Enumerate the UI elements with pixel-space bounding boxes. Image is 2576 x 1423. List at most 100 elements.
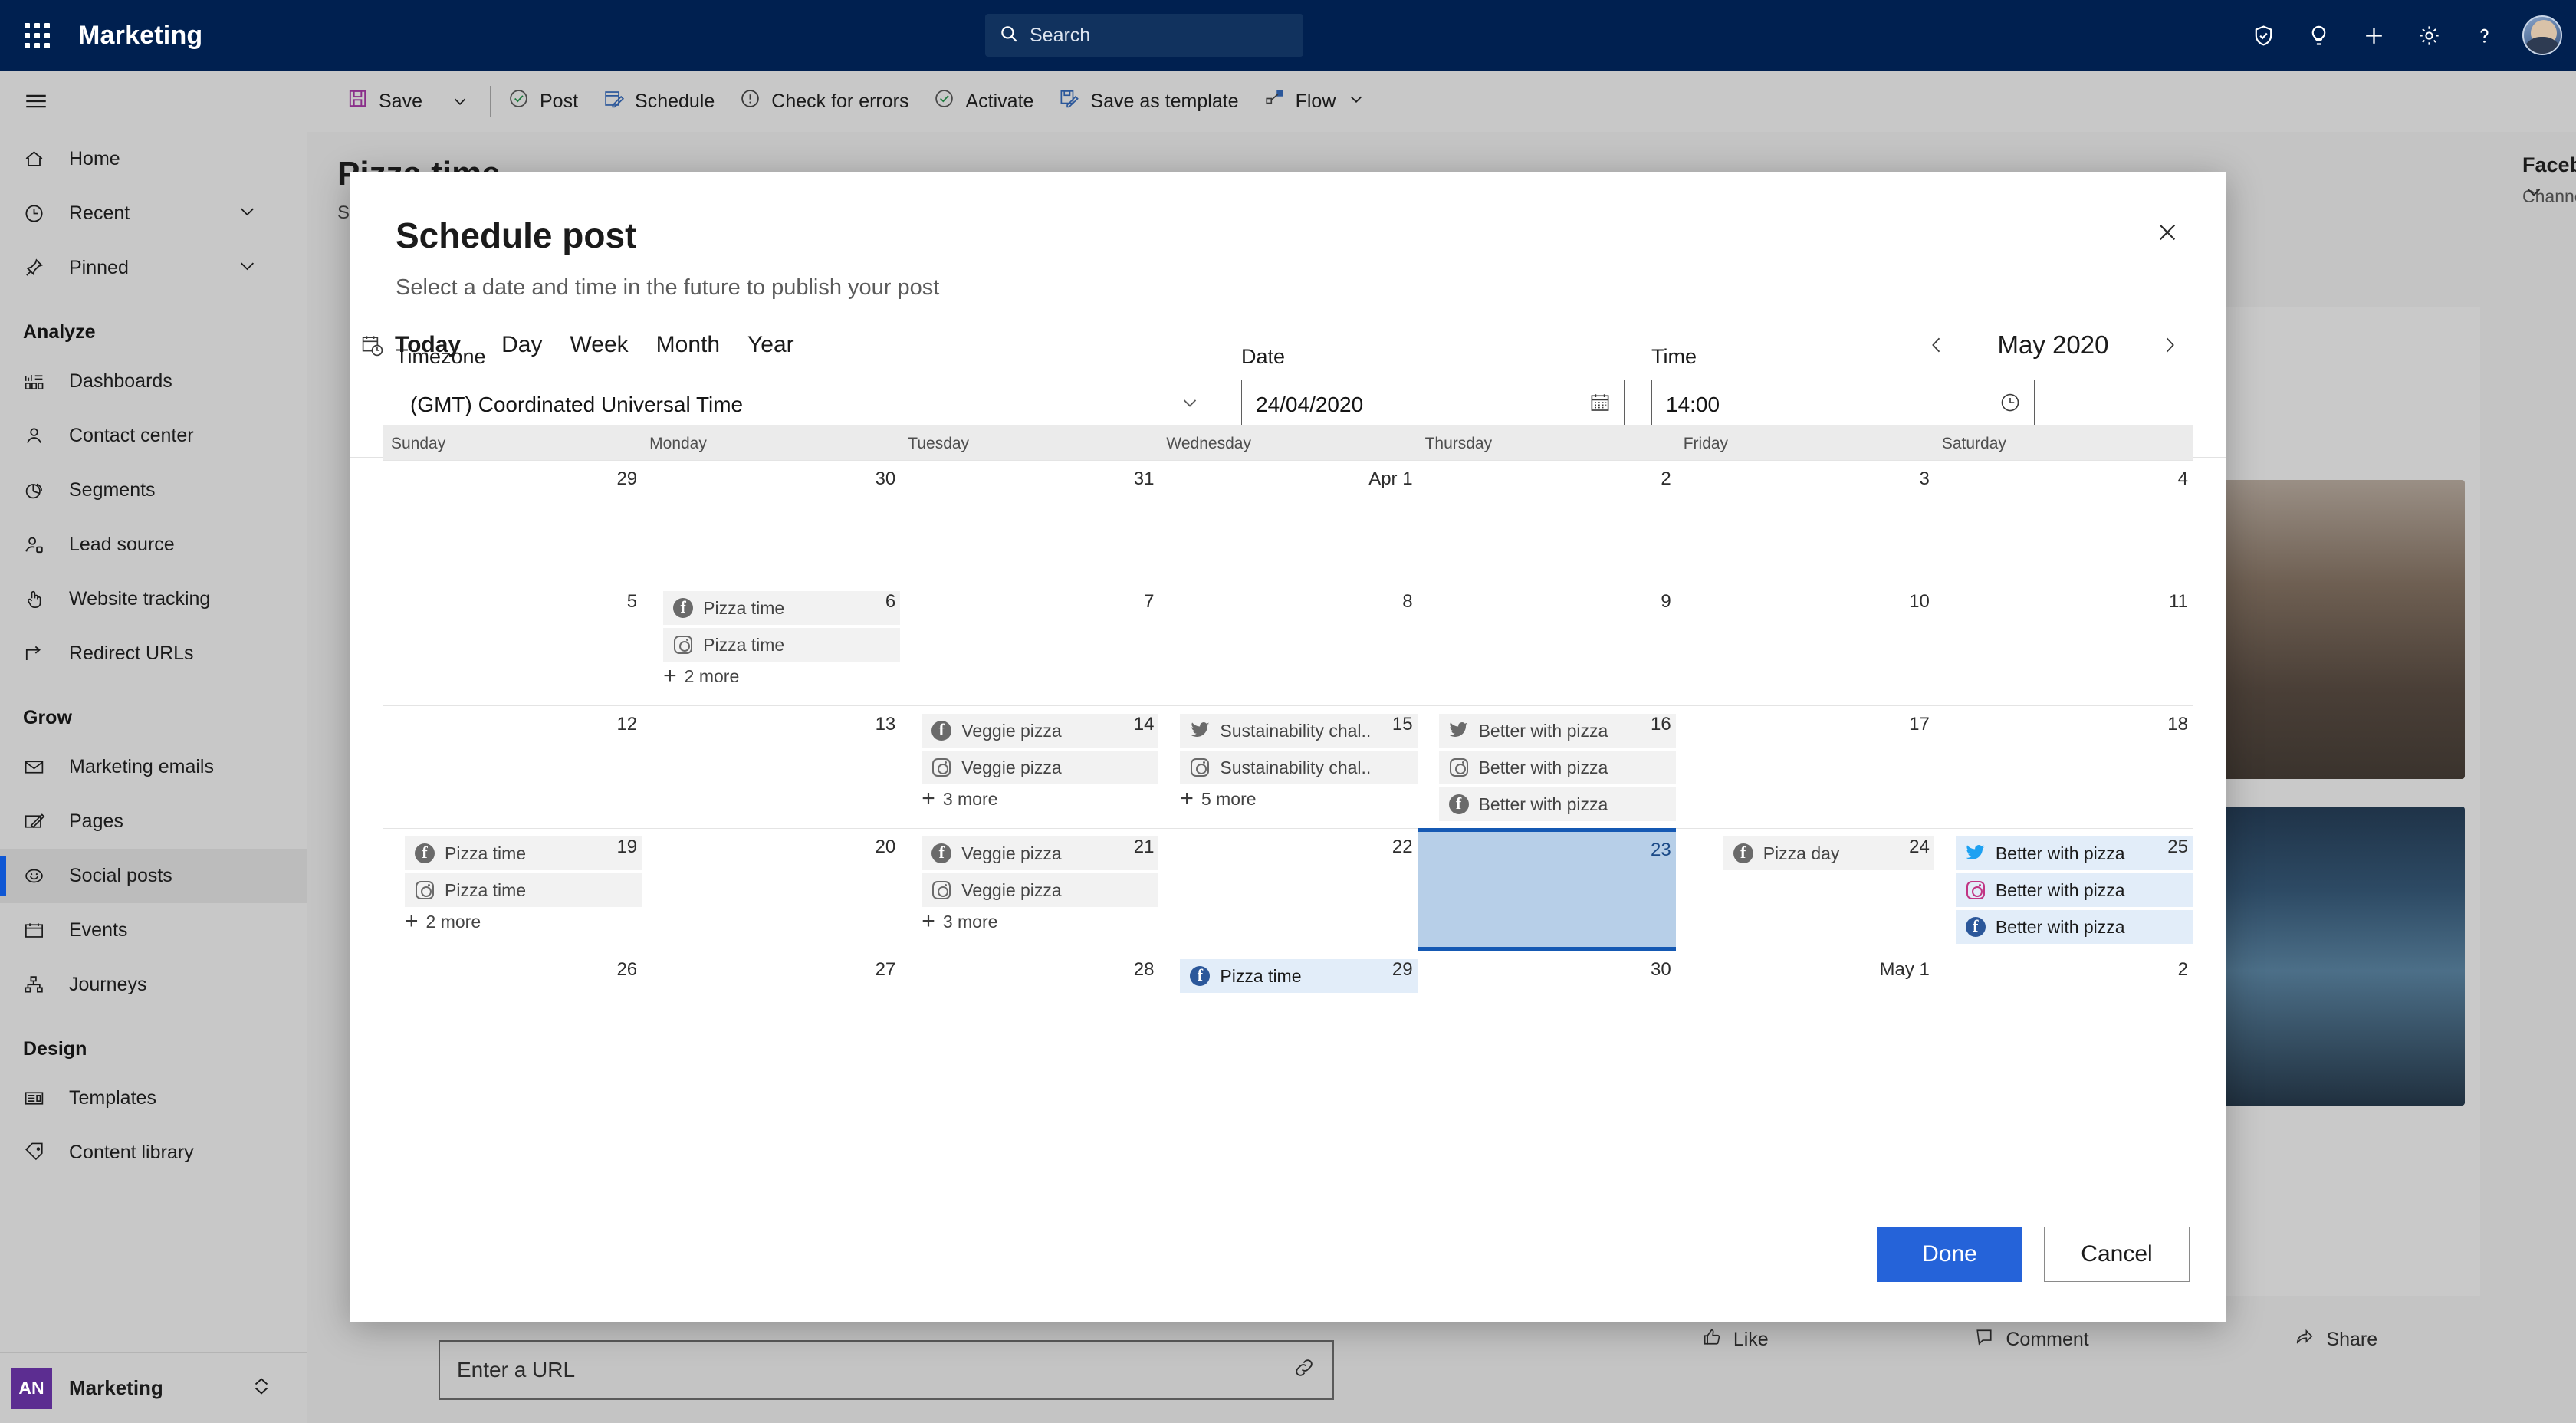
chevron-down-icon[interactable] xyxy=(1346,89,1366,114)
calendar-day-cell[interactable]: 10 xyxy=(1676,583,1934,705)
sidebar-item-pages[interactable]: Pages xyxy=(0,794,307,849)
calendar-event[interactable]: f Pizza time xyxy=(1180,959,1418,993)
calendar-day-cell[interactable]: 2 xyxy=(1418,461,1676,583)
help-icon[interactable] xyxy=(2456,0,2512,71)
calendar-day-cell[interactable]: 30 xyxy=(1418,951,1676,1004)
calendar-event[interactable]: Better with pizza xyxy=(1955,836,2193,870)
calendar-event[interactable]: f Veggie pizza xyxy=(922,836,1159,870)
sidebar-item-redirect-urls[interactable]: Redirect URLs xyxy=(0,626,307,681)
done-button[interactable]: Done xyxy=(1877,1227,2022,1282)
sidebar-item-lead-source[interactable]: Lead source xyxy=(0,518,307,572)
calendar-day-cell[interactable]: 20 xyxy=(642,829,900,951)
calendar-event[interactable]: Better with pizza xyxy=(1955,873,2193,907)
calendar-icon[interactable] xyxy=(1589,391,1612,419)
calendar-day-cell[interactable]: 22 xyxy=(1158,829,1417,951)
chevron-right-icon[interactable] xyxy=(2150,325,2190,365)
global-search[interactable] xyxy=(985,14,1303,57)
calendar-event[interactable]: Better with pizza xyxy=(1438,751,1676,784)
lightbulb-icon[interactable] xyxy=(2291,0,2346,71)
calendar-day-cell[interactable]: 17 xyxy=(1676,706,1934,828)
close-icon[interactable] xyxy=(2147,212,2188,253)
calendar-day-cell[interactable]: 26 xyxy=(383,951,642,1004)
sidebar-item-events[interactable]: Events xyxy=(0,903,307,958)
calendar-event[interactable]: Sustainability chal.. xyxy=(1180,751,1418,784)
url-input[interactable]: Enter a URL xyxy=(439,1340,1334,1400)
check-for-errors-button[interactable]: Check for errors xyxy=(727,71,921,132)
calendar-day-cell[interactable]: 16 Better with pizza Better with pizza f Bet… xyxy=(1418,706,1676,828)
calendar-event[interactable]: Sustainability chal.. xyxy=(1180,714,1418,748)
calendar-day-cell[interactable]: 15 Sustainability chal.. Sustainability ch… xyxy=(1158,706,1418,828)
save-button[interactable]: Save xyxy=(334,71,435,132)
calendar-day-cell[interactable]: 19 f Pizza time Pizza time +2 more xyxy=(383,829,642,951)
sidebar-item-home[interactable]: Home xyxy=(0,132,307,186)
sidebar-item-content-library[interactable]: Content library xyxy=(0,1126,307,1180)
calendar-day-cell[interactable]: 14 f Veggie pizza Veggie pizza +3 more xyxy=(900,706,1159,828)
calendar-day-cell[interactable]: 11 xyxy=(1934,583,2193,705)
calendar-day-cell[interactable]: 30 xyxy=(642,461,900,583)
calendar-day-cell[interactable]: 2 xyxy=(1934,951,2193,1004)
view-month-button[interactable]: Month xyxy=(656,332,720,358)
calendar-day-cell[interactable]: 9 xyxy=(1418,583,1676,705)
sidebar-item-recent[interactable]: Recent xyxy=(0,186,307,241)
chevron-down-icon[interactable] xyxy=(237,201,258,227)
calendar-day-cell[interactable]: 29 f Pizza time xyxy=(1158,951,1418,1004)
calendar-day-cell[interactable]: 18 xyxy=(1934,706,2193,828)
plus-icon[interactable] xyxy=(2346,0,2401,71)
show-more-events-button[interactable]: +2 more xyxy=(663,665,900,688)
timezone-select[interactable]: (GMT) Coordinated Universal Time xyxy=(396,380,1214,430)
calendar-day-cell[interactable]: 28 xyxy=(900,951,1158,1004)
chevron-down-icon[interactable] xyxy=(237,255,258,281)
share-button[interactable]: Share xyxy=(2294,1326,2377,1353)
calendar-day-cell-selected[interactable]: 23 xyxy=(1417,828,1676,951)
area-switcher-icon[interactable] xyxy=(250,1375,273,1402)
calendar-day-cell[interactable]: 4 xyxy=(1934,461,2193,583)
calendar-event[interactable]: Veggie pizza xyxy=(922,751,1159,784)
calendar-day-cell[interactable]: 8 xyxy=(1158,583,1417,705)
sidebar-item-pinned[interactable]: Pinned xyxy=(0,241,307,295)
calendar-event[interactable]: Veggie pizza xyxy=(922,873,1159,907)
calendar-event[interactable]: f Pizza time xyxy=(663,591,901,625)
header-expand-chevron-icon[interactable] xyxy=(2522,180,2545,207)
cancel-button[interactable]: Cancel xyxy=(2044,1227,2190,1282)
calendar-day-cell[interactable]: 27 xyxy=(642,951,900,1004)
view-year-button[interactable]: Year xyxy=(748,332,794,358)
calendar-day-cell[interactable]: 7 xyxy=(900,583,1158,705)
calendar-day-cell[interactable]: 13 xyxy=(642,706,900,828)
avatar[interactable] xyxy=(2522,15,2562,55)
sidebar-item-website-tracking[interactable]: Website tracking xyxy=(0,572,307,626)
calendar-day-cell[interactable]: 24 f Pizza day xyxy=(1676,829,1934,951)
calendar-event[interactable]: Pizza time xyxy=(663,628,901,662)
calendar-day-cell[interactable]: 29 xyxy=(383,461,642,583)
link-icon[interactable] xyxy=(1293,1356,1316,1385)
show-more-events-button[interactable]: +2 more xyxy=(405,910,642,933)
search-input[interactable] xyxy=(1030,24,1290,47)
view-day-button[interactable]: Day xyxy=(501,332,542,358)
sidebar-item-social-posts[interactable]: Social posts xyxy=(0,849,307,903)
activate-button[interactable]: Activate xyxy=(921,71,1046,132)
sidebar-item-contact-center[interactable]: Contact center xyxy=(0,409,307,463)
sidebar-item-templates[interactable]: Templates xyxy=(0,1071,307,1126)
calendar-day-cell[interactable]: 21 f Veggie pizza Veggie pizza +3 more xyxy=(900,829,1159,951)
save-options-button[interactable] xyxy=(435,71,485,132)
show-more-events-button[interactable]: +3 more xyxy=(922,910,1158,933)
calendar-day-cell[interactable]: Apr 1 xyxy=(1158,461,1417,583)
show-more-events-button[interactable]: +5 more xyxy=(1180,787,1417,810)
show-more-events-button[interactable]: +3 more xyxy=(922,787,1158,810)
time-input[interactable]: 14:00 xyxy=(1651,380,2035,430)
schedule-button[interactable]: Schedule xyxy=(590,71,727,132)
calendar-day-cell[interactable]: May 1 xyxy=(1676,951,1934,1004)
calendar-event[interactable]: Better with pizza xyxy=(1438,714,1676,748)
save-as-template-button[interactable]: Save as template xyxy=(1046,71,1250,132)
environment-switcher[interactable]: AN Marketing xyxy=(0,1352,307,1423)
post-button[interactable]: Post xyxy=(495,71,590,132)
today-button[interactable]: Today xyxy=(395,332,461,358)
calendar-event[interactable]: f Better with pizza xyxy=(1955,910,2193,944)
calendar-day-cell[interactable]: 3 xyxy=(1676,461,1934,583)
like-button[interactable]: Like xyxy=(1701,1326,1769,1353)
sidebar-item-marketing-emails[interactable]: Marketing emails xyxy=(0,740,307,794)
calendar-day-cell[interactable]: 25 Better with pizza Better with pizza f Bet… xyxy=(1934,829,2193,951)
sidebar-item-journeys[interactable]: Journeys xyxy=(0,958,307,1012)
calendar-event[interactable]: f Pizza time xyxy=(405,836,642,870)
view-week-button[interactable]: Week xyxy=(570,332,628,358)
calendar-event[interactable]: f Veggie pizza xyxy=(922,714,1159,748)
